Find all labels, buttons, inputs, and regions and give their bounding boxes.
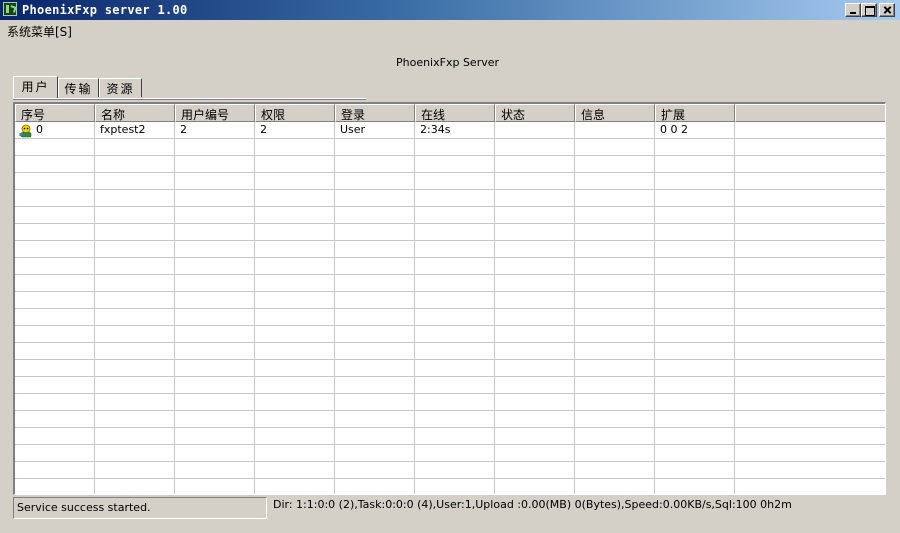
grid-line — [15, 172, 885, 173]
table-cell: 2 — [180, 123, 187, 136]
grid-line — [15, 410, 885, 411]
tab-resources[interactable]: 资源 — [99, 78, 142, 97]
grid-line — [15, 240, 885, 241]
column-header[interactable]: 在线 — [415, 104, 495, 122]
list-header: 序号 名称 用户编号 权限 登录 在线 状态 信息 扩展 — [15, 104, 885, 122]
grid-line — [15, 189, 885, 190]
grid-line — [15, 257, 885, 258]
column-header[interactable]: 名称 — [95, 104, 175, 122]
tab-divider — [13, 98, 366, 100]
column-header[interactable]: 信息 — [575, 104, 655, 122]
window-title: PhoenixFxp server 1.00 — [22, 3, 188, 17]
grid-line — [15, 342, 885, 343]
grid-line — [15, 291, 885, 292]
table-cell: User — [340, 123, 366, 136]
table-row[interactable]: 0 fxptest2 2 2 User 2:34s 0 0 2 — [15, 122, 885, 139]
tab-users-label: 用户 — [21, 80, 50, 94]
minimize-icon[interactable] — [845, 3, 861, 17]
app-icon[interactable] — [3, 2, 17, 16]
column-header[interactable]: 序号 — [15, 104, 95, 122]
tab-transfer-label: 传输 — [64, 82, 93, 96]
column-header[interactable]: 用户编号 — [175, 104, 255, 122]
table-cell: 2 — [260, 123, 267, 136]
close-icon[interactable] — [879, 3, 895, 17]
column-header[interactable]: 扩展 — [655, 104, 735, 122]
grid-line — [15, 274, 885, 275]
column-header-filler — [735, 104, 885, 122]
user-list[interactable]: 序号 名称 用户编号 权限 登录 在线 状态 信息 扩展 0 fxptest2 2 2 User 2:34… — [13, 102, 886, 495]
table-cell: fxptest2 — [100, 123, 146, 136]
title-bar[interactable]: PhoenixFxp server 1.00 — [0, 0, 900, 20]
status-stats: Dir: 1:1:0:0 (2),Task:0:0:0 (4),User:1,U… — [273, 498, 792, 511]
server-label: PhoenixFxp Server — [395, 56, 500, 69]
grid-line — [15, 223, 885, 224]
grid-line — [15, 376, 885, 377]
grid-line — [15, 478, 885, 479]
grid-line — [15, 359, 885, 360]
tab-resources-label: 资源 — [106, 82, 135, 96]
table-cell — [575, 122, 655, 138]
tab-transfer[interactable]: 传输 — [58, 78, 99, 97]
column-header[interactable]: 状态 — [495, 104, 575, 122]
table-cell: 2:34s — [420, 123, 451, 136]
maximize-icon[interactable] — [861, 3, 877, 17]
table-cell — [495, 122, 575, 138]
grid-line — [15, 325, 885, 326]
table-cell: 0 — [36, 123, 43, 136]
column-header[interactable]: 权限 — [255, 104, 335, 122]
status-message: Service success started. — [13, 497, 267, 519]
tab-users[interactable]: 用户 — [13, 76, 58, 98]
column-header[interactable]: 登录 — [335, 104, 415, 122]
table-cell: 0 0 2 — [660, 123, 688, 136]
grid-line — [15, 308, 885, 309]
grid-line — [15, 206, 885, 207]
grid-line — [15, 444, 885, 445]
menu-system[interactable]: 系统菜单[S] — [7, 23, 72, 40]
grid-line — [15, 461, 885, 462]
grid-line — [15, 393, 885, 394]
grid-line — [15, 427, 885, 428]
grid-line — [15, 155, 885, 156]
menu-bar: 系统菜单[S] — [0, 20, 900, 40]
